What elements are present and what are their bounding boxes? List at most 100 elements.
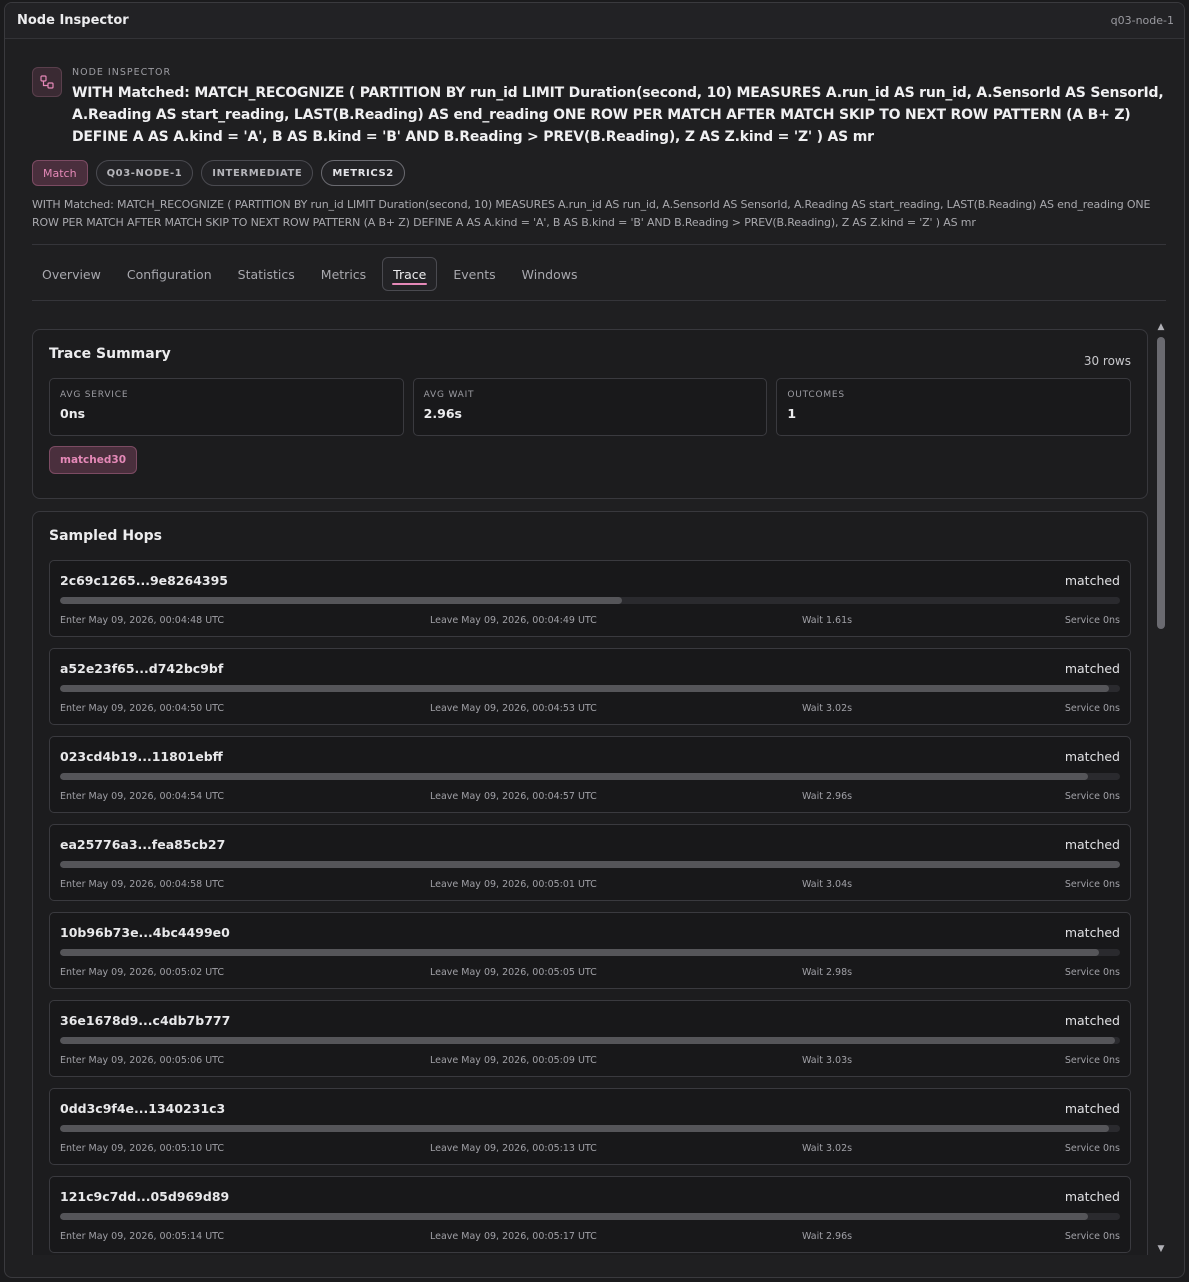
hop-meta: Enter May 09, 2026, 00:04:50 UTC Leave M… xyxy=(60,703,1120,714)
hop-service: Service 0ns xyxy=(1064,615,1120,626)
hop-id: 36e1678d9...c4db7b777 xyxy=(60,1013,231,1028)
tab-windows[interactable]: Windows xyxy=(512,257,588,291)
hop-row[interactable]: 121c9c7dd...05d969d89 matched Enter May … xyxy=(49,1176,1131,1253)
hop-progress-track xyxy=(60,685,1120,692)
scrollbar-thumb[interactable] xyxy=(1157,337,1165,629)
badge-node: Q03-NODE-1 xyxy=(95,160,194,186)
titlebar: Node Inspector q03-node-1 xyxy=(5,3,1184,39)
hop-leave-time: Leave May 09, 2026, 00:05:17 UTC xyxy=(430,1231,597,1242)
hop-enter-time: Enter May 09, 2026, 00:04:58 UTC xyxy=(60,879,225,890)
hop-leave-time: Leave May 09, 2026, 00:05:09 UTC xyxy=(430,1055,597,1066)
hop-enter-time: Enter May 09, 2026, 00:04:48 UTC xyxy=(60,615,225,626)
hop-meta: Enter May 09, 2026, 00:05:02 UTC Leave M… xyxy=(60,967,1120,978)
node-header: NODE INSPECTOR WITH Matched: MATCH_RECOG… xyxy=(32,65,1166,245)
hop-leave-time: Leave May 09, 2026, 00:05:01 UTC xyxy=(430,879,597,890)
divider xyxy=(32,244,1166,245)
badge-stage: INTERMEDIATE xyxy=(201,160,314,186)
hop-status: matched xyxy=(1064,661,1120,676)
tab-events[interactable]: Events xyxy=(443,257,505,291)
stat-value: 2.96s xyxy=(423,406,462,421)
hop-leave-time: Leave May 09, 2026, 00:04:57 UTC xyxy=(430,791,597,802)
tab-bar: Overview Configuration Statistics Metric… xyxy=(32,257,1166,301)
hop-leave-time: Leave May 09, 2026, 00:05:13 UTC xyxy=(430,1143,597,1154)
hop-enter-time: Enter May 09, 2026, 00:05:10 UTC xyxy=(60,1143,225,1154)
hop-row[interactable]: 023cd4b19...11801ebff matched Enter May … xyxy=(49,736,1131,813)
tab-metrics[interactable]: Metrics xyxy=(311,257,376,291)
hop-status: matched xyxy=(1064,1101,1120,1116)
hop-status: matched xyxy=(1064,573,1120,588)
stat-avg-service: AVG SERVICE 0ns xyxy=(49,378,404,436)
header-eyebrow: NODE INSPECTOR xyxy=(72,67,172,78)
stat-value: 1 xyxy=(787,406,797,421)
hop-enter-time: Enter May 09, 2026, 00:04:54 UTC xyxy=(60,791,225,802)
hop-progress-track xyxy=(60,1125,1120,1132)
hop-enter-time: Enter May 09, 2026, 00:05:14 UTC xyxy=(60,1231,225,1242)
hop-id: 121c9c7dd...05d969d89 xyxy=(60,1189,230,1204)
hop-service: Service 0ns xyxy=(1064,703,1120,714)
hop-progress-fill xyxy=(60,1213,1089,1220)
hop-meta: Enter May 09, 2026, 00:05:14 UTC Leave M… xyxy=(60,1231,1120,1242)
hop-row[interactable]: 0dd3c9f4e...1340231c3 matched Enter May … xyxy=(49,1088,1131,1165)
hop-progress-fill xyxy=(60,1125,1110,1132)
hop-service: Service 0ns xyxy=(1064,967,1120,978)
scroll-up-arrow-icon[interactable]: ▲ xyxy=(1155,321,1167,333)
stat-label: AVG SERVICE xyxy=(60,390,129,400)
hop-meta: Enter May 09, 2026, 00:04:58 UTC Leave M… xyxy=(60,879,1120,890)
tab-trace[interactable]: Trace xyxy=(382,257,438,291)
hop-status: matched xyxy=(1064,837,1120,852)
tab-overview[interactable]: Overview xyxy=(32,257,111,291)
hop-id: 023cd4b19...11801ebff xyxy=(60,749,223,764)
hop-id: ea25776a3...fea85cb27 xyxy=(60,837,226,852)
sampled-hops-title: Sampled Hops xyxy=(49,528,163,544)
window-title: Node Inspector xyxy=(17,13,129,28)
hop-wait: Wait 3.03s xyxy=(802,1055,853,1066)
hop-progress-fill xyxy=(60,597,622,604)
hop-service: Service 0ns xyxy=(1064,1055,1120,1066)
hop-meta: Enter May 09, 2026, 00:04:48 UTC Leave M… xyxy=(60,615,1120,626)
hop-row[interactable]: a52e23f65...d742bc9bf matched Enter May … xyxy=(49,648,1131,725)
trace-summary-card: Trace Summary 30 rows AVG SERVICE 0ns AV… xyxy=(32,329,1148,499)
vertical-scrollbar[interactable]: ▲ ▼ xyxy=(1155,321,1167,1255)
outcome-pill-matched[interactable]: matched30 xyxy=(49,446,137,474)
tab-statistics[interactable]: Statistics xyxy=(228,257,305,291)
hop-wait: Wait 3.02s xyxy=(802,1143,853,1154)
hop-row[interactable]: 10b96b73e...4bc4499e0 matched Enter May … xyxy=(49,912,1131,989)
hop-meta: Enter May 09, 2026, 00:05:06 UTC Leave M… xyxy=(60,1055,1120,1066)
query-description: WITH Matched: MATCH_RECOGNIZE ( PARTITIO… xyxy=(32,198,1151,229)
stat-label: OUTCOMES xyxy=(787,390,845,400)
hop-service: Service 0ns xyxy=(1064,1143,1120,1154)
hop-status: matched xyxy=(1064,925,1120,940)
hop-progress-track xyxy=(60,773,1120,780)
hop-wait: Wait 1.61s xyxy=(802,615,853,626)
stat-label: AVG WAIT xyxy=(423,390,475,400)
hop-row[interactable]: 2c69c1265...9e8264395 matched Enter May … xyxy=(49,560,1131,637)
hop-progress-track xyxy=(60,1213,1120,1220)
hop-leave-time: Leave May 09, 2026, 00:04:49 UTC xyxy=(430,615,597,626)
hop-row[interactable]: ea25776a3...fea85cb27 matched Enter May … xyxy=(49,824,1131,901)
hop-meta: Enter May 09, 2026, 00:04:54 UTC Leave M… xyxy=(60,791,1120,802)
hop-wait: Wait 2.98s xyxy=(802,967,853,978)
stat-tiles: AVG SERVICE 0ns AVG WAIT 2.96s OUTCOMES … xyxy=(49,378,1132,436)
hop-progress-track xyxy=(60,1037,1120,1044)
trace-summary-title: Trace Summary xyxy=(49,346,171,362)
hop-service: Service 0ns xyxy=(1064,879,1120,890)
hop-meta: Enter May 09, 2026, 00:05:10 UTC Leave M… xyxy=(60,1143,1120,1154)
scroll-down-arrow-icon[interactable]: ▼ xyxy=(1155,1243,1167,1255)
stat-value: 0ns xyxy=(60,406,86,421)
hop-id: a52e23f65...d742bc9bf xyxy=(60,661,224,676)
hop-progress-track xyxy=(60,949,1120,956)
hop-id: 10b96b73e...4bc4499e0 xyxy=(60,925,230,940)
hop-leave-time: Leave May 09, 2026, 00:04:53 UTC xyxy=(430,703,597,714)
hop-id: 0dd3c9f4e...1340231c3 xyxy=(60,1101,226,1116)
hop-wait: Wait 3.02s xyxy=(802,703,853,714)
badge-operator: Match xyxy=(32,160,88,186)
hop-enter-time: Enter May 09, 2026, 00:05:02 UTC xyxy=(60,967,225,978)
badge-metrics: METRICS2 xyxy=(321,160,405,186)
hop-id: 2c69c1265...9e8264395 xyxy=(60,573,229,588)
hop-row[interactable]: 36e1678d9...c4db7b777 matched Enter May … xyxy=(49,1000,1131,1077)
hop-status: matched xyxy=(1064,1189,1120,1204)
hop-enter-time: Enter May 09, 2026, 00:05:06 UTC xyxy=(60,1055,225,1066)
badge-row: Match Q03-NODE-1 INTERMEDIATE METRICS2 xyxy=(32,160,1166,186)
node-graph-icon xyxy=(32,67,62,97)
tab-configuration[interactable]: Configuration xyxy=(117,257,222,291)
